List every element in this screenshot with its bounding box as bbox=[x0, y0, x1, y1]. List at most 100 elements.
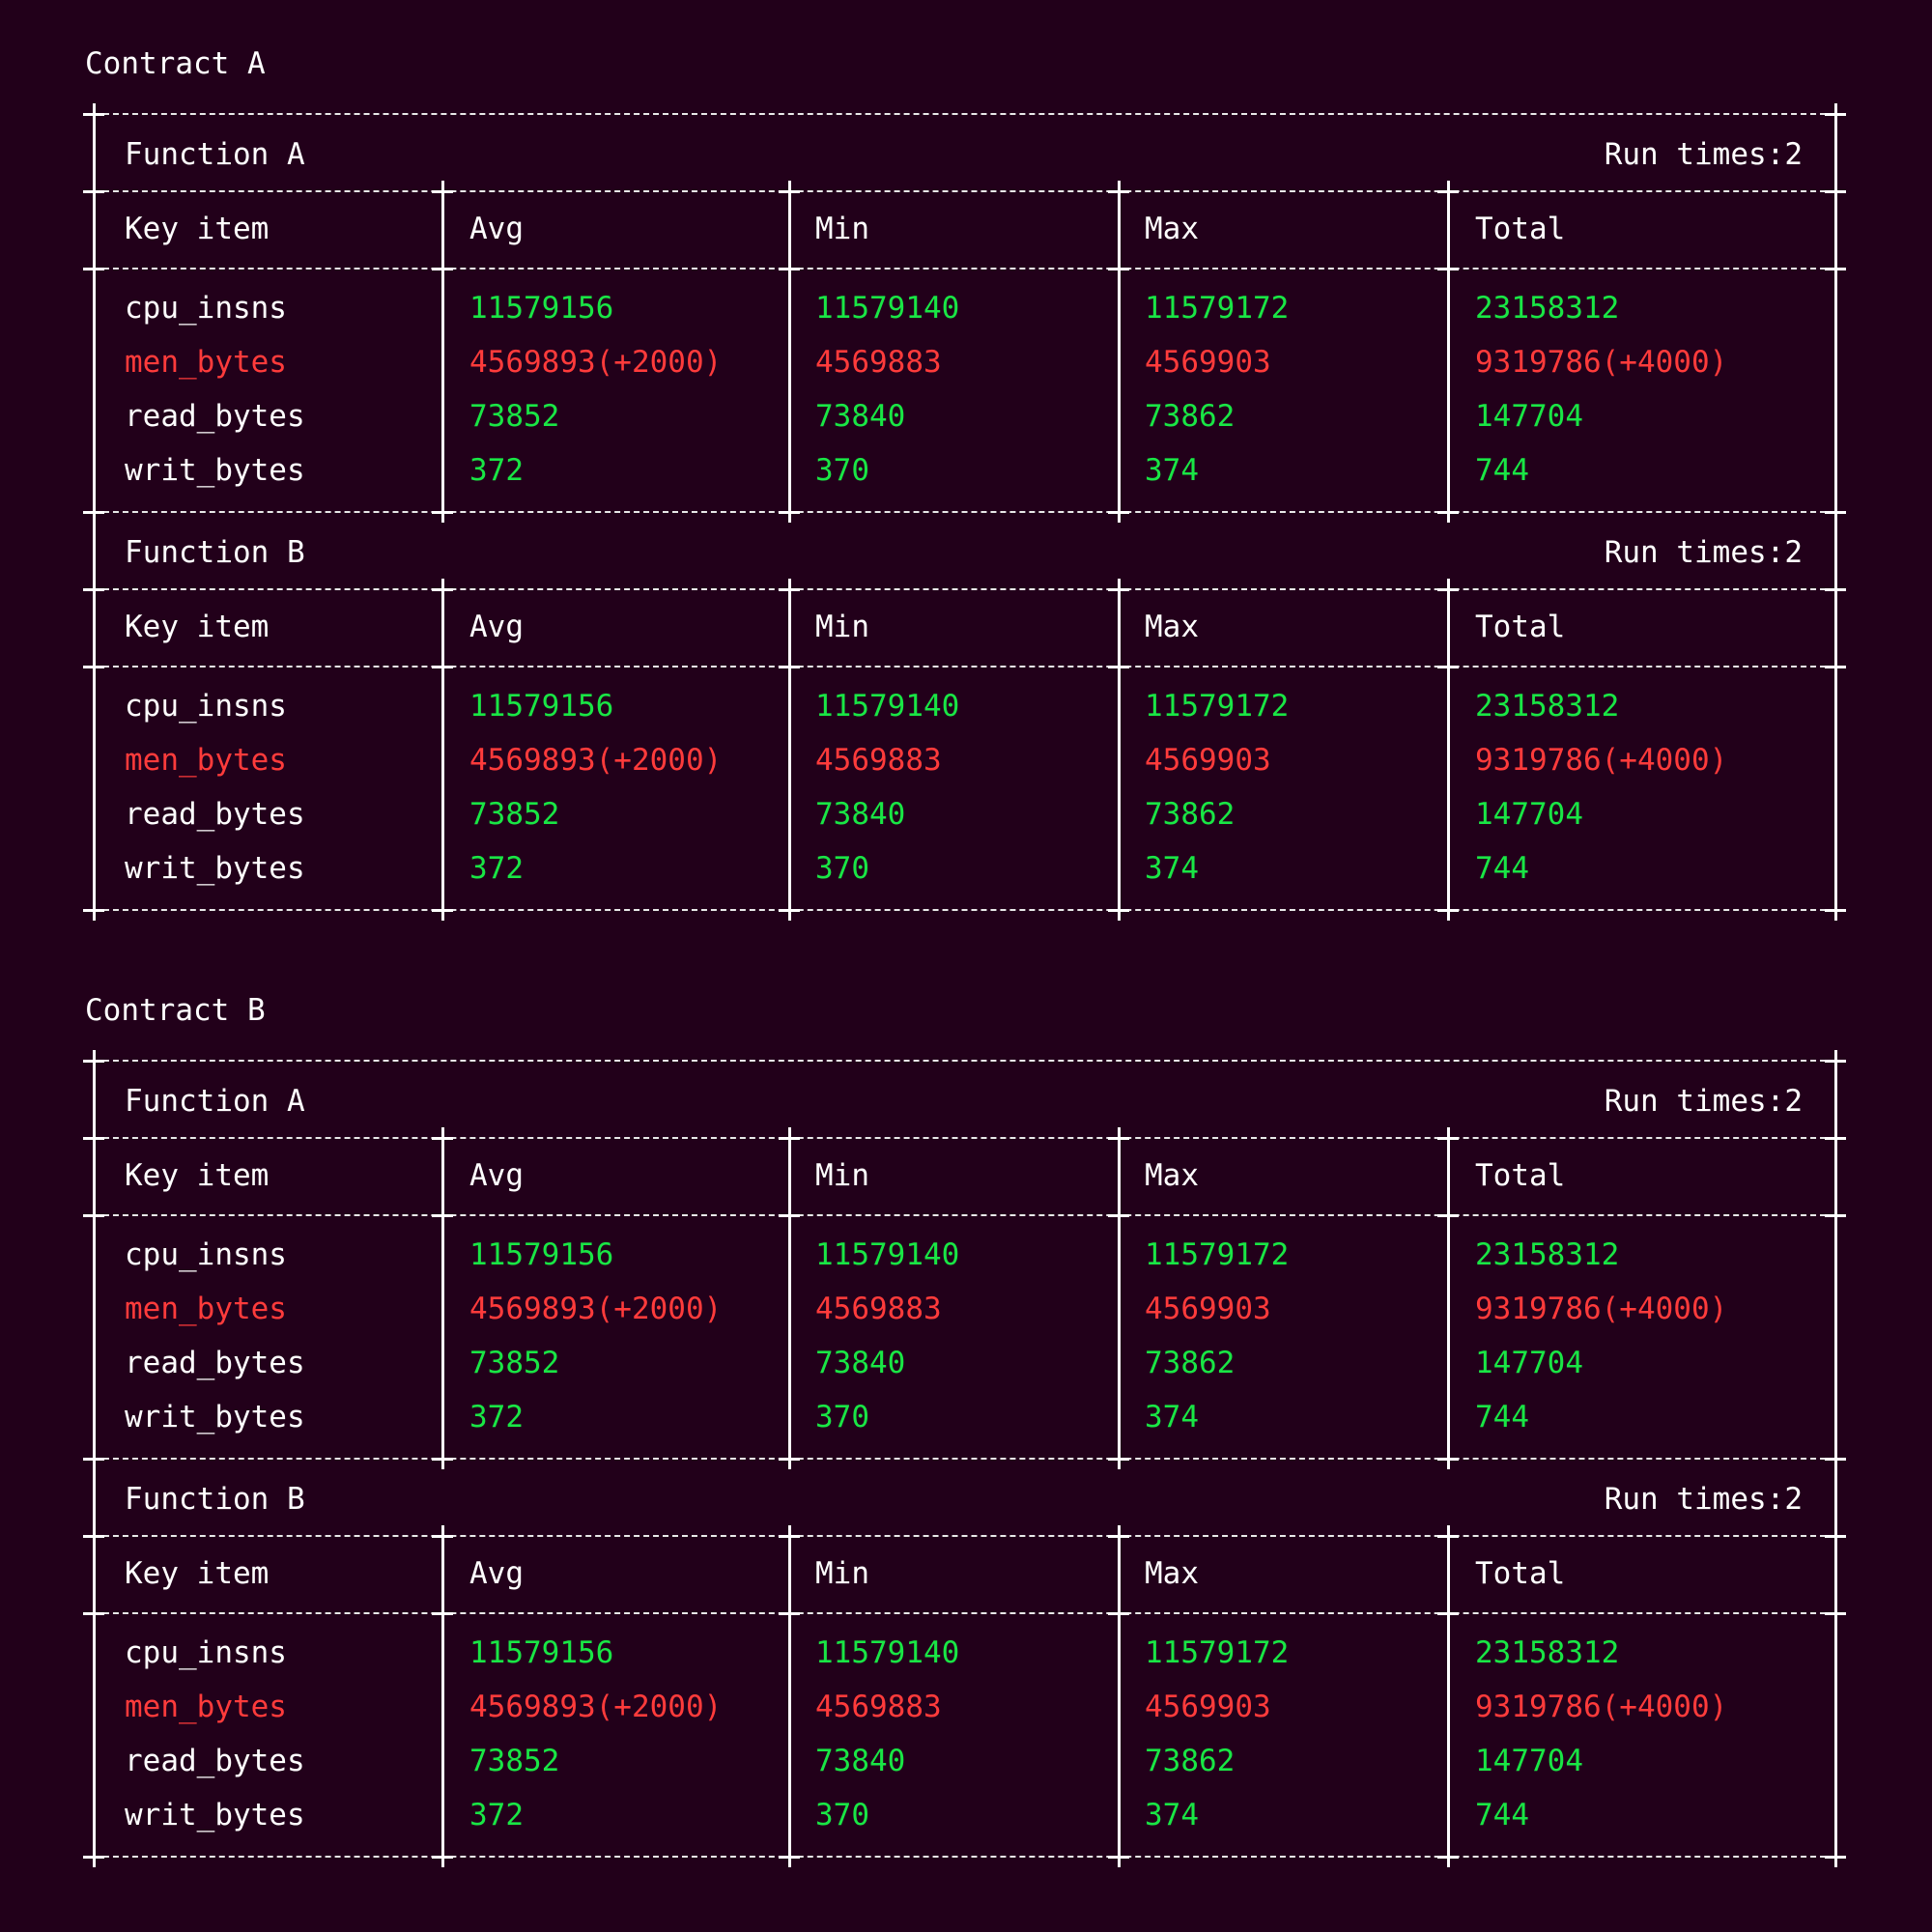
table-corner-plus bbox=[1825, 656, 1846, 677]
row-value: 73862 bbox=[1145, 399, 1236, 434]
table-corner-plus bbox=[1108, 1205, 1129, 1226]
row-key-men_bytes: men_bytes bbox=[125, 1690, 287, 1724]
table-border-bar bbox=[788, 1225, 791, 1449]
table-corner-plus bbox=[1108, 899, 1129, 921]
table-corner-plus bbox=[83, 181, 104, 202]
table-border-bar bbox=[1834, 201, 1837, 259]
table-border-bar bbox=[1834, 1623, 1837, 1847]
column-header: Min bbox=[815, 1556, 869, 1591]
row-value: 23158312 bbox=[1475, 689, 1620, 724]
table-border-line bbox=[94, 190, 1835, 192]
table-corner-plus bbox=[432, 1448, 453, 1469]
row-value: 73862 bbox=[1145, 1744, 1236, 1778]
row-value: 11579172 bbox=[1145, 689, 1290, 724]
table-border-bar bbox=[1118, 1546, 1121, 1604]
table-corner-plus bbox=[83, 1525, 104, 1547]
table-border-line bbox=[94, 1856, 1835, 1858]
table-corner-plus bbox=[83, 1127, 104, 1149]
table-corner-plus bbox=[779, 181, 800, 202]
table-corner-plus bbox=[1437, 181, 1459, 202]
function-name: Function B bbox=[125, 1482, 305, 1517]
table-border-bar bbox=[788, 1546, 791, 1604]
row-value: 11579140 bbox=[815, 689, 960, 724]
contract-title: Contract B bbox=[85, 993, 266, 1028]
table-border-bar bbox=[1447, 1148, 1450, 1206]
row-value: 23158312 bbox=[1475, 1237, 1620, 1272]
row-value: 9319786(+4000) bbox=[1475, 1292, 1728, 1326]
table-border-bar bbox=[93, 1148, 96, 1206]
row-value: 73852 bbox=[469, 797, 560, 832]
row-value: 23158312 bbox=[1475, 291, 1620, 326]
column-header: Max bbox=[1145, 1158, 1199, 1193]
table-corner-plus bbox=[1108, 1448, 1129, 1469]
row-value: 73840 bbox=[815, 1744, 906, 1778]
table-border-bar bbox=[788, 676, 791, 900]
table-border-bar bbox=[1834, 1225, 1837, 1449]
table-corner-plus bbox=[1825, 1525, 1846, 1547]
column-header: Avg bbox=[469, 212, 524, 246]
row-value: 11579172 bbox=[1145, 291, 1290, 326]
table-border-line bbox=[94, 1137, 1835, 1139]
column-header: Total bbox=[1475, 610, 1566, 644]
row-value: 11579172 bbox=[1145, 1237, 1290, 1272]
table-corner-plus bbox=[83, 1050, 104, 1071]
table-border-bar bbox=[1118, 201, 1121, 259]
table-border-bar bbox=[93, 522, 96, 580]
row-value: 4569883 bbox=[815, 743, 942, 778]
table-border-line bbox=[94, 511, 1835, 513]
table-border-line bbox=[94, 268, 1835, 270]
table-corner-plus bbox=[779, 1603, 800, 1624]
column-header: Total bbox=[1475, 212, 1566, 246]
table-corner-plus bbox=[1108, 1603, 1129, 1624]
table-corner-plus bbox=[1437, 656, 1459, 677]
table-border-bar bbox=[93, 599, 96, 657]
run-times-label: Run times:2 bbox=[1604, 1084, 1803, 1119]
row-value: 372 bbox=[469, 1400, 524, 1435]
row-value: 73852 bbox=[469, 1744, 560, 1778]
row-value: 4569893(+2000) bbox=[469, 1292, 723, 1326]
row-value: 4569903 bbox=[1145, 1690, 1271, 1724]
column-header: Key item bbox=[125, 1556, 270, 1591]
run-times-label: Run times:2 bbox=[1604, 535, 1803, 570]
table-corner-plus bbox=[1108, 258, 1129, 279]
table-corner-plus bbox=[1825, 579, 1846, 600]
table-border-bar bbox=[93, 201, 96, 259]
table-border-bar bbox=[441, 1623, 444, 1847]
column-header: Key item bbox=[125, 610, 270, 644]
row-value: 374 bbox=[1145, 1798, 1199, 1833]
run-times-label: Run times:2 bbox=[1604, 137, 1803, 172]
row-key-cpu_insns: cpu_insns bbox=[125, 1237, 287, 1272]
row-key-cpu_insns: cpu_insns bbox=[125, 291, 287, 326]
table-corner-plus bbox=[432, 1205, 453, 1226]
table-border-bar bbox=[1834, 278, 1837, 502]
column-header: Total bbox=[1475, 1556, 1566, 1591]
table-border-line bbox=[94, 909, 1835, 911]
table-border-bar bbox=[1834, 124, 1837, 182]
table-corner-plus bbox=[1108, 579, 1129, 600]
column-header: Key item bbox=[125, 1158, 270, 1193]
row-value: 73840 bbox=[815, 399, 906, 434]
table-border-bar bbox=[1447, 1546, 1450, 1604]
table-corner-plus bbox=[779, 501, 800, 523]
row-key-cpu_insns: cpu_insns bbox=[125, 689, 287, 724]
row-value: 9319786(+4000) bbox=[1475, 743, 1728, 778]
table-corner-plus bbox=[779, 656, 800, 677]
table-corner-plus bbox=[1825, 1603, 1846, 1624]
row-value: 73862 bbox=[1145, 797, 1236, 832]
table-border-bar bbox=[1447, 599, 1450, 657]
table-border-bar bbox=[788, 278, 791, 502]
row-value: 370 bbox=[815, 851, 869, 886]
row-value: 147704 bbox=[1475, 797, 1583, 832]
row-value: 73840 bbox=[815, 1346, 906, 1380]
row-value: 744 bbox=[1475, 851, 1529, 886]
table-corner-plus bbox=[779, 579, 800, 600]
table-border-bar bbox=[1118, 1623, 1121, 1847]
table-corner-plus bbox=[83, 1603, 104, 1624]
row-value: 4569893(+2000) bbox=[469, 743, 723, 778]
table-border-bar bbox=[1834, 1468, 1837, 1526]
table-border-bar bbox=[1834, 1070, 1837, 1128]
row-value: 372 bbox=[469, 1798, 524, 1833]
table-border-bar bbox=[93, 1468, 96, 1526]
row-value: 11579156 bbox=[469, 291, 614, 326]
table-corner-plus bbox=[779, 1846, 800, 1867]
